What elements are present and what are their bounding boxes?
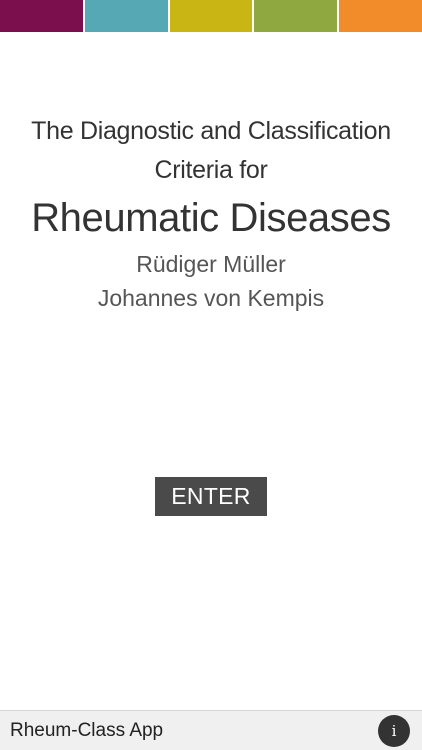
title-main: Rheumatic Diseases [31,196,391,240]
title-line-2: Criteria for [154,156,268,184]
author-name: Rüdiger Müller [136,251,286,277]
info-icon[interactable]: i [378,715,410,747]
color-stripe-orange [339,0,422,32]
color-stripe-olive [254,0,338,32]
color-stripe-plum [0,0,83,32]
footer-bar: Rheum-Class App i [0,710,422,750]
color-stripe-teal [84,0,168,32]
color-stripe-bar [0,0,422,32]
enter-button[interactable]: ENTER [155,477,267,516]
color-stripe-mustard [169,0,253,32]
title-line-1: The Diagnostic and Classification [31,117,391,145]
title-block: The Diagnostic and Classification Criter… [0,112,422,315]
app-screen: The Diagnostic and Classification Criter… [0,0,422,750]
authors-list: Rüdiger Müller Johannes von Kempis [0,247,422,315]
author-name: Johannes von Kempis [97,285,325,311]
app-name-label: Rheum-Class App [10,720,164,741]
